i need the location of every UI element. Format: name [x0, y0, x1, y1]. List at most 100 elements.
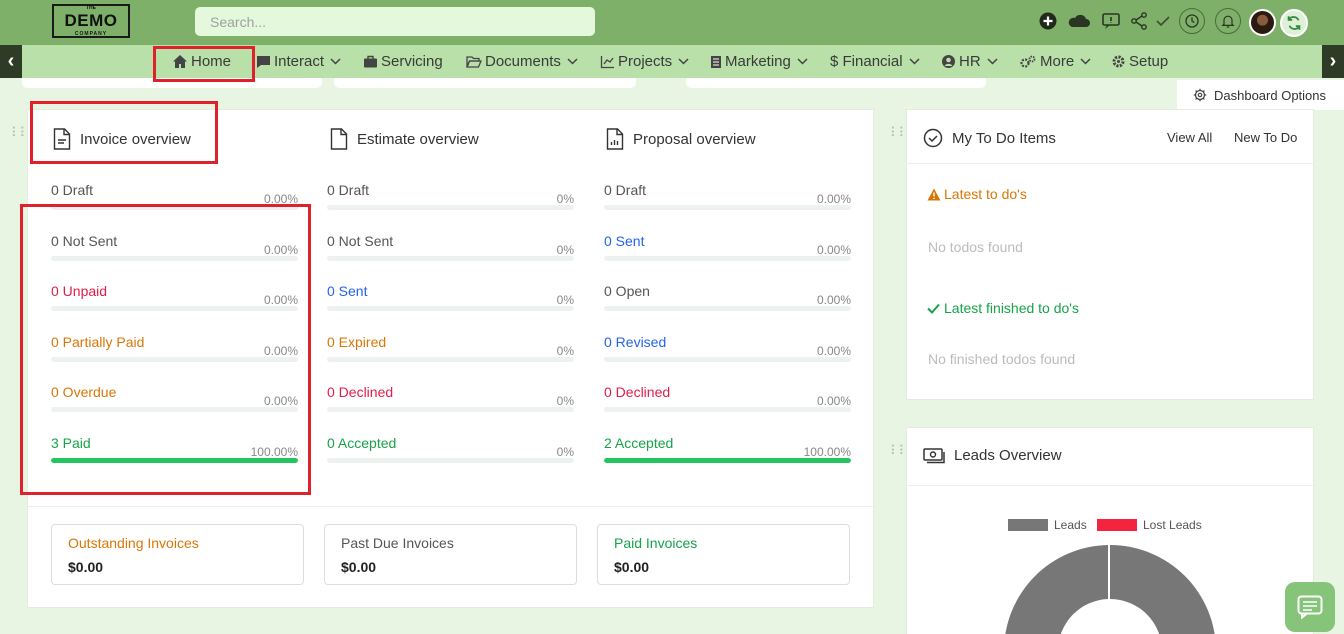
no-todos-text: No todos found	[928, 239, 1023, 255]
progress-bar	[604, 458, 851, 463]
new-todo-link[interactable]: New To Do	[1234, 130, 1297, 145]
nav-projects[interactable]: Projects	[600, 45, 689, 78]
stat-percent: 0.00%	[816, 344, 851, 358]
user-circle-icon	[941, 54, 956, 69]
nav-servicing-label: Servicing	[381, 53, 443, 70]
nav-projects-label: Projects	[618, 53, 673, 70]
drag-handle-icon[interactable]: ⠇⠇	[11, 125, 29, 141]
progress-bar	[327, 205, 574, 210]
stat-label: 0 Declined	[327, 384, 394, 400]
proposal-stat-sent[interactable]: 0 Sent 0.00%	[604, 233, 851, 263]
proposal-stat-accepted[interactable]: 2 Accepted 100.00%	[604, 435, 851, 465]
legend-leads[interactable]: Leads	[1054, 518, 1087, 532]
chevron-down-icon	[567, 58, 578, 65]
estimate-stat-accepted[interactable]: 0 Accepted 0%	[327, 435, 574, 465]
chevron-down-icon	[1080, 58, 1091, 65]
add-icon[interactable]	[1037, 10, 1059, 32]
progress-bar	[604, 256, 851, 261]
view-all-link[interactable]: View All	[1167, 130, 1212, 145]
estimate-stat-draft[interactable]: 0 Draft 0%	[327, 182, 574, 212]
stat-label: 0 Sent	[327, 283, 368, 299]
nav-more-label: More	[1040, 53, 1075, 70]
drag-handle-icon[interactable]: ⠇⠇	[890, 125, 908, 141]
nav-financial[interactable]: $ Financial	[830, 45, 920, 78]
nav-hr[interactable]: HR	[941, 45, 998, 78]
stat-label: 0 Expired	[327, 334, 387, 350]
logo-name: DEMO	[64, 11, 118, 30]
legend-lost-leads[interactable]: Lost Leads	[1143, 518, 1202, 532]
drag-handle-icon[interactable]: ⠇⠇	[890, 443, 908, 459]
clock-icon[interactable]	[1179, 8, 1205, 34]
nav-more[interactable]: More	[1019, 45, 1091, 78]
proposal-overview-label: Proposal overview	[633, 130, 756, 148]
highlight-invoice-title	[30, 101, 218, 164]
divider	[907, 163, 1313, 164]
divider	[28, 506, 873, 507]
progress-bar	[327, 407, 574, 412]
outstanding-invoices-box[interactable]: Outstanding Invoices $0.00	[51, 524, 304, 585]
proposal-stat-draft[interactable]: 0 Draft 0.00%	[604, 182, 851, 212]
nav-documents-label: Documents	[485, 53, 561, 70]
nav-servicing[interactable]: Servicing	[363, 45, 443, 78]
progress-bar	[604, 357, 851, 362]
nav-setup[interactable]: Setup	[1111, 45, 1168, 78]
estimate-stat-not-sent[interactable]: 0 Not Sent 0%	[327, 233, 574, 263]
company-logo[interactable]: THE DEMO COMPANY	[52, 4, 130, 38]
logo-company: COMPANY	[74, 31, 108, 37]
search-input[interactable]	[195, 7, 595, 36]
stat-label: 0 Open	[604, 283, 650, 299]
check-icon[interactable]	[1152, 10, 1174, 32]
chat-button[interactable]	[1285, 582, 1335, 632]
highlight-invoice-stats	[20, 204, 311, 495]
estimate-stat-sent[interactable]: 0 Sent 0%	[327, 283, 574, 313]
stat-percent: 0%	[556, 344, 574, 358]
summary-title: Outstanding Invoices	[68, 535, 199, 551]
stat-percent: 0.00%	[816, 293, 851, 307]
todo-title: My To Do Items	[923, 128, 1056, 148]
stat-percent: 0%	[556, 445, 574, 459]
progress-bar	[604, 205, 851, 210]
leads-overview-title: Leads Overview	[923, 446, 1062, 464]
nav-underlay	[686, 78, 986, 88]
estimate-stat-expired[interactable]: 0 Expired 0%	[327, 334, 574, 364]
latest-todos-heading: Latest to do's	[927, 186, 1027, 202]
progress-bar	[327, 357, 574, 362]
stat-label: 0 Draft	[604, 182, 647, 198]
nav-scroll-right-icon[interactable]: ›	[1322, 45, 1344, 78]
feedback-icon[interactable]	[1100, 10, 1122, 32]
todo-title-label: My To Do Items	[952, 129, 1056, 147]
share-icon[interactable]	[1128, 10, 1150, 32]
nav-scroll-left-icon[interactable]: ‹	[0, 45, 22, 78]
proposal-stat-revised[interactable]: 0 Revised 0.00%	[604, 334, 851, 364]
stat-percent: 0%	[556, 192, 574, 206]
proposal-stat-declined[interactable]: 0 Declined 0.00%	[604, 384, 851, 414]
nav-marketing[interactable]: Marketing	[710, 45, 808, 78]
chevron-down-icon	[909, 58, 920, 65]
nav-interact[interactable]: Interact	[256, 45, 341, 78]
nav-hr-label: HR	[959, 53, 981, 70]
dashboard-options-button[interactable]: Dashboard Options	[1177, 80, 1344, 110]
chat-icon	[1297, 595, 1323, 619]
progress-fill	[604, 458, 851, 463]
dashboard-options-label: Dashboard Options	[1214, 87, 1327, 103]
check-circle-icon	[923, 128, 943, 148]
refresh-icon[interactable]	[1280, 9, 1308, 37]
progress-bar	[327, 256, 574, 261]
nav-documents[interactable]: Documents	[466, 45, 578, 78]
money-icon	[923, 448, 945, 464]
paid-invoices-box[interactable]: Paid Invoices $0.00	[597, 524, 850, 585]
finished-todos-label: Latest finished to do's	[944, 300, 1079, 316]
proposal-stat-open[interactable]: 0 Open 0.00%	[604, 283, 851, 313]
stat-label: 0 Draft	[327, 182, 370, 198]
past-due-invoices-box[interactable]: Past Due Invoices $0.00	[324, 524, 577, 585]
cloud-icon[interactable]	[1066, 10, 1092, 32]
folder-open-icon	[466, 55, 482, 68]
nav-financial-label: $ Financial	[830, 53, 903, 70]
progress-bar	[327, 306, 574, 311]
estimate-stat-declined[interactable]: 0 Declined 0%	[327, 384, 574, 414]
bell-icon[interactable]	[1215, 8, 1241, 34]
divider	[907, 485, 1313, 486]
proposal-overview-title: Proposal overview	[606, 128, 756, 150]
user-avatar[interactable]	[1249, 9, 1276, 36]
stat-percent: 0.00%	[816, 243, 851, 257]
